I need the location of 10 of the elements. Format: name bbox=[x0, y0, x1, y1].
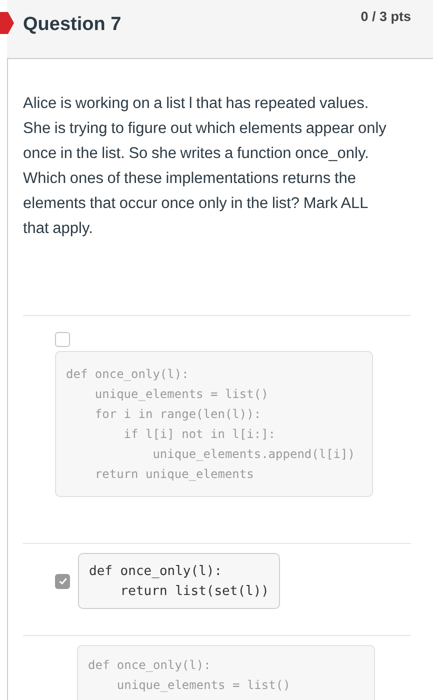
points-label: 0 / 3 pts bbox=[360, 9, 411, 24]
question-title: Question 7 bbox=[23, 14, 122, 36]
code-block: def once_only(l): unique_elements = list() for i in range(len(l)): if l[i] not in l[i:]: unique_elements.append(l[i]) return unique_elements bbox=[55, 351, 373, 497]
question-text: Alice is working on a list l that has repeated values. She is trying to figure out which elements appear only once in the list. So she writes a function once_only. Which ones of these implementations returns the elements that occur once only in the list? Mark ALL that apply. bbox=[23, 94, 388, 239]
checkbox[interactable] bbox=[55, 574, 70, 588]
flag-icon bbox=[0, 12, 14, 34]
checkbox[interactable] bbox=[55, 332, 70, 347]
check-icon bbox=[58, 576, 68, 586]
code-block: def once_only(l): unique_elements = list() bbox=[77, 645, 375, 700]
code-block: def once_only(l): return list(set(l)) bbox=[78, 553, 280, 609]
